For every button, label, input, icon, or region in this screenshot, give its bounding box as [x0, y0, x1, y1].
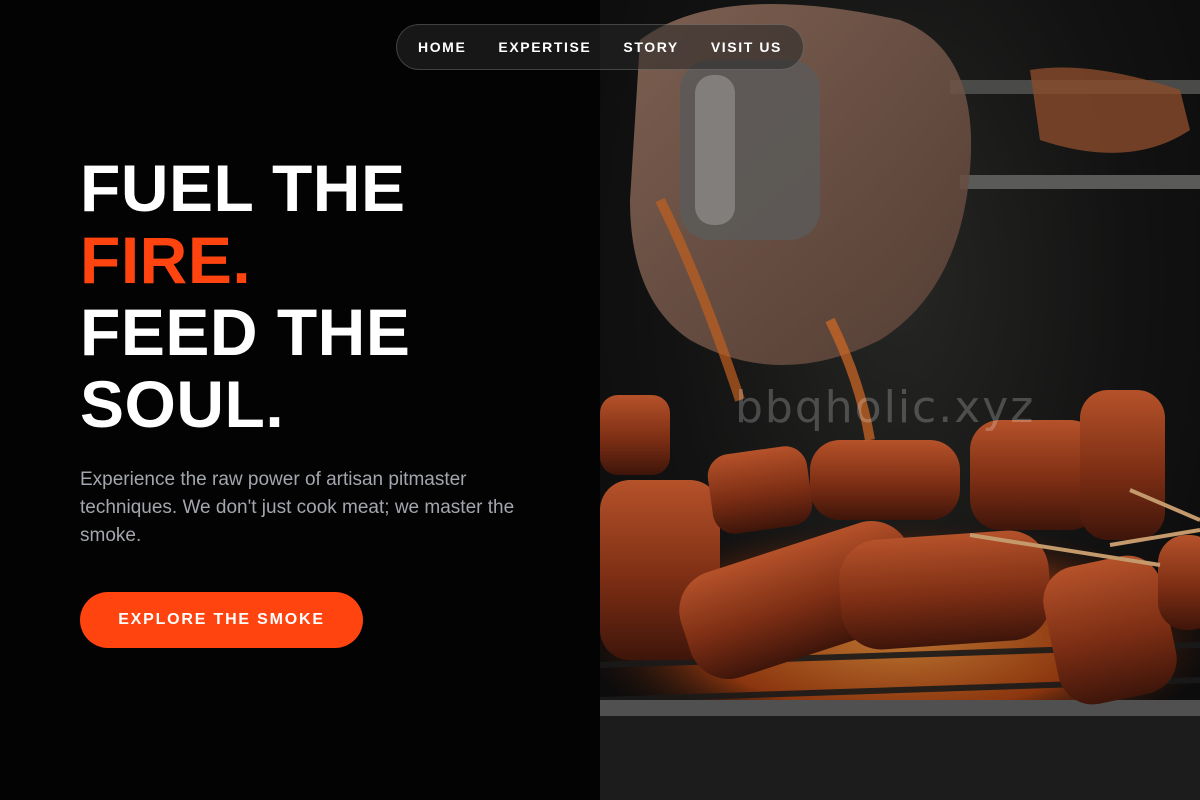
headline-accent: FIRE. [80, 223, 252, 297]
nav-item-visit-us[interactable]: VISIT US [711, 39, 782, 55]
hero-headline: FUEL THE FIRE. FEED THE SOUL. [80, 152, 560, 440]
nav-item-expertise[interactable]: EXPERTISE [498, 39, 591, 55]
headline-line-1: FUEL THE [80, 151, 406, 225]
nav-item-story[interactable]: STORY [623, 39, 678, 55]
main-nav: HOME EXPERTISE STORY VISIT US [396, 24, 804, 70]
watermark-text: bbqholic.xyz [735, 382, 1036, 433]
nav-item-home[interactable]: HOME [418, 39, 466, 55]
grill-photo: bbqholic.xyz [600, 0, 1200, 800]
hero-subtitle: Experience the raw power of artisan pitm… [80, 469, 515, 546]
headline-line-4: SOUL. [80, 367, 285, 441]
explore-button[interactable]: EXPLORE THE SMOKE [80, 592, 363, 648]
hero-content: FUEL THE FIRE. FEED THE SOUL. Experience… [80, 152, 560, 648]
headline-line-3: FEED THE [80, 295, 411, 369]
